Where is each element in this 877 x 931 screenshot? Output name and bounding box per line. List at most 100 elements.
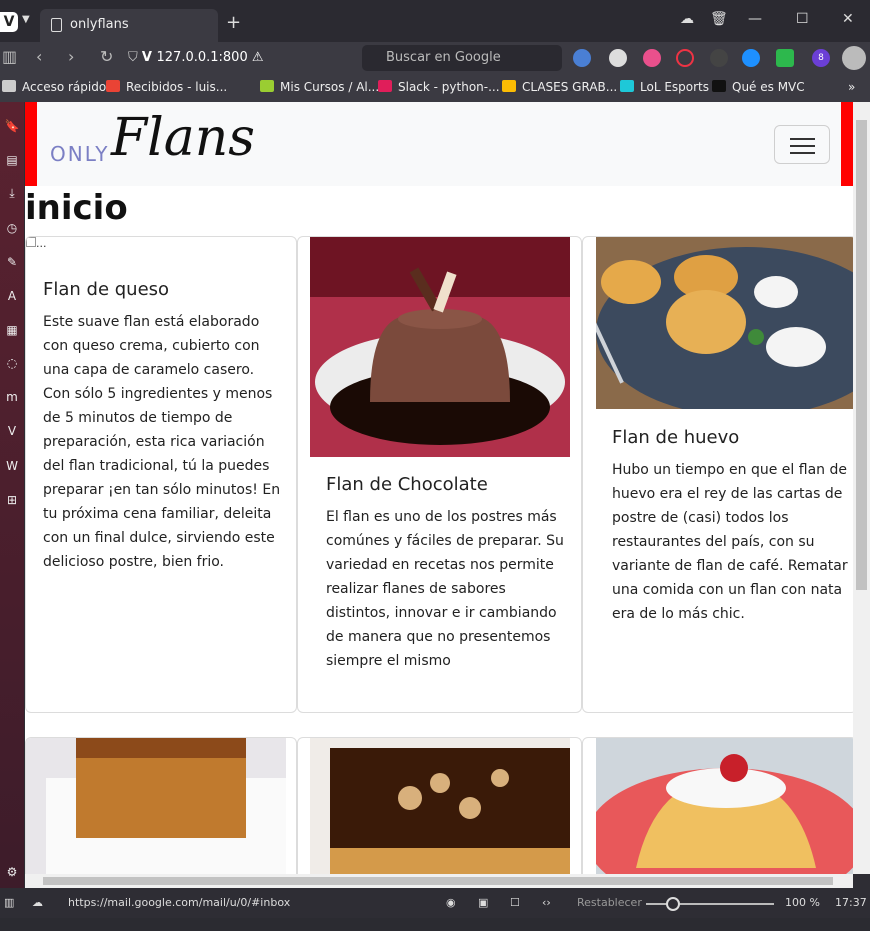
card-flan-row2-3 bbox=[582, 737, 853, 874]
new-tab-icon[interactable]: + bbox=[226, 12, 241, 33]
warning-icon[interactable]: ⚠ bbox=[252, 50, 264, 65]
page-viewport: ONLY Flans inicio ... Flan de queso Este… bbox=[25, 102, 853, 874]
navbar-toggler-button[interactable] bbox=[774, 125, 830, 164]
side-panel: 🔖 ▤ ⤓ ◷ ✎ A ▦ ◌ m V W ⊞ ⚙ bbox=[0, 102, 24, 888]
record-extension-icon[interactable] bbox=[676, 49, 694, 67]
brand-flans[interactable]: Flans bbox=[111, 108, 255, 168]
extension-icon[interactable] bbox=[643, 49, 661, 67]
card-flan-de-huevo: Flan de huevo Hubo un tiempo en que el f… bbox=[582, 236, 853, 713]
extension-badge[interactable]: 8 bbox=[812, 49, 830, 67]
zoom-level: 100 % bbox=[785, 896, 820, 909]
bookmark-item[interactable]: Qué es MVC bbox=[712, 80, 805, 94]
code-icon[interactable]: ‹› bbox=[542, 896, 551, 909]
page-title: inicio bbox=[25, 188, 128, 228]
brand-only[interactable]: ONLY bbox=[50, 142, 109, 166]
bookmarks-overflow-icon[interactable]: » bbox=[848, 80, 855, 94]
bookmark-item[interactable]: LoL Esports bbox=[620, 80, 709, 94]
bookmark-item[interactable]: Acceso rápido bbox=[2, 80, 106, 94]
sync-cloud-icon[interactable]: ☁ bbox=[32, 896, 43, 909]
bookmark-label: LoL Esports bbox=[640, 80, 709, 94]
bookmark-label: Recibidos - luis... bbox=[126, 80, 228, 94]
bookmark-label: CLASES GRAB... bbox=[522, 80, 618, 94]
search-placeholder: Buscar en Google bbox=[386, 50, 501, 65]
chocolate-flan-image bbox=[310, 237, 570, 457]
extension-icon[interactable] bbox=[609, 49, 627, 67]
background-window-edge bbox=[870, 0, 877, 931]
translate-extension-icon[interactable] bbox=[573, 49, 591, 67]
translate-icon[interactable]: A bbox=[4, 288, 20, 304]
panel-toggle-icon[interactable]: ▥ bbox=[2, 47, 17, 66]
vertical-scroll-thumb[interactable] bbox=[856, 120, 867, 590]
navbar-accent-left bbox=[25, 102, 37, 186]
bookmark-favicon-icon bbox=[378, 80, 392, 92]
vivaldi-icon[interactable]: V bbox=[4, 423, 20, 439]
status-url: https://mail.google.com/mail/u/0/#inbox bbox=[68, 896, 291, 909]
back-icon[interactable]: ‹ bbox=[36, 47, 42, 66]
reload-icon[interactable]: ↻ bbox=[100, 47, 113, 66]
bookmark-label: Qué es MVC bbox=[732, 80, 805, 94]
card-text: Hubo un tiempo en que el flan de huevo e… bbox=[612, 462, 848, 622]
broken-image: ... bbox=[26, 237, 47, 250]
shield-icon[interactable]: ⛉ bbox=[128, 50, 138, 65]
bookmark-favicon-icon bbox=[106, 80, 120, 92]
extension-icon[interactable] bbox=[742, 49, 760, 67]
vivaldi-menu-icon[interactable]: V bbox=[0, 12, 18, 32]
bookmark-item[interactable]: Slack - python-... bbox=[378, 80, 500, 94]
browser-window: V ▼ onlyflans + ☁ 🗑 — ☐ ✕ ▥ ‹ › ↻ ⛉ V 12… bbox=[0, 0, 877, 918]
chat-icon[interactable]: ◌ bbox=[4, 355, 20, 371]
bookmark-label: Mis Cursos / Al... bbox=[280, 80, 380, 94]
site-navbar: ONLY Flans bbox=[25, 102, 853, 186]
horizontal-scroll-thumb[interactable] bbox=[43, 877, 833, 885]
extension-icon[interactable] bbox=[710, 49, 728, 67]
downloads-icon[interactable]: ⤓ bbox=[4, 185, 20, 201]
calendar-icon[interactable]: ▦ bbox=[4, 322, 20, 338]
vertical-scrollbar[interactable] bbox=[853, 102, 870, 874]
history-icon[interactable]: ◷ bbox=[4, 220, 20, 236]
add-panel-icon[interactable]: ⊞ bbox=[4, 492, 20, 508]
shield-extension-icon[interactable] bbox=[776, 49, 794, 67]
tab-bar: V ▼ onlyflans + ☁ 🗑 — ☐ ✕ bbox=[0, 0, 870, 42]
trash-icon[interactable]: 🗑 bbox=[710, 11, 728, 27]
minimize-icon[interactable]: — bbox=[748, 11, 762, 27]
bookmark-item[interactable]: Mis Cursos / Al... bbox=[260, 80, 379, 94]
card-title: Flan de huevo bbox=[612, 427, 740, 448]
flan-image bbox=[310, 738, 570, 874]
image-icon[interactable]: ▣ bbox=[478, 896, 488, 909]
card-flan-de-chocolate: Flan de Chocolate El flan es uno de los … bbox=[297, 236, 582, 713]
settings-gear-icon[interactable]: ⚙ bbox=[4, 864, 20, 880]
bookmark-item[interactable]: CLASES GRAB... bbox=[502, 80, 617, 94]
tab-menu-chevron-icon[interactable]: ▼ bbox=[22, 14, 30, 25]
bookmark-item[interactable]: Recibidos - luis... bbox=[106, 80, 227, 94]
card-title: Flan de queso bbox=[43, 279, 170, 300]
card-flan-row2-1 bbox=[25, 737, 297, 874]
maximize-icon[interactable]: ☐ bbox=[796, 11, 809, 27]
camera-icon[interactable]: ◉ bbox=[446, 896, 456, 909]
sync-cloud-icon[interactable]: ☁ bbox=[680, 11, 694, 27]
egg-flan-image bbox=[596, 237, 853, 409]
tile-icon[interactable]: ☐ bbox=[510, 896, 520, 909]
navbar-accent-right bbox=[841, 102, 853, 186]
zoom-slider-handle[interactable] bbox=[666, 897, 680, 911]
url-text: 127.0.0.1:800 bbox=[156, 50, 248, 65]
url-field[interactable]: ⛉ V 127.0.0.1:800 ⚠ bbox=[128, 45, 358, 71]
vivaldi-v-icon: V bbox=[141, 50, 157, 65]
reading-list-icon[interactable]: ▤ bbox=[4, 152, 20, 168]
broken-image-icon bbox=[26, 237, 36, 247]
forward-icon[interactable]: › bbox=[68, 47, 74, 66]
mastodon-icon[interactable]: m bbox=[4, 389, 20, 405]
bookmarks-panel-icon[interactable]: 🔖 bbox=[4, 118, 20, 134]
profile-avatar[interactable] bbox=[842, 46, 866, 70]
card-flan-de-queso: ... Flan de queso Este suave flan está e… bbox=[25, 236, 297, 713]
flan-image bbox=[596, 738, 853, 874]
close-icon[interactable]: ✕ bbox=[842, 11, 854, 27]
reset-zoom-button[interactable]: Restablecer bbox=[577, 896, 642, 909]
clock: 17:37 bbox=[835, 896, 867, 909]
search-field[interactable]: Buscar en Google bbox=[362, 45, 562, 71]
wikipedia-icon[interactable]: W bbox=[4, 458, 20, 474]
notes-icon[interactable]: ✎ bbox=[4, 254, 20, 270]
panel-toggle-icon[interactable]: ▥ bbox=[4, 896, 14, 909]
horizontal-scrollbar[interactable] bbox=[25, 874, 853, 888]
bookmark-favicon-icon bbox=[260, 80, 274, 92]
tab-onlyflans[interactable]: onlyflans bbox=[40, 9, 218, 42]
bookmarks-bar: Acceso rápido Recibidos - luis... Mis Curs… bbox=[0, 74, 877, 102]
